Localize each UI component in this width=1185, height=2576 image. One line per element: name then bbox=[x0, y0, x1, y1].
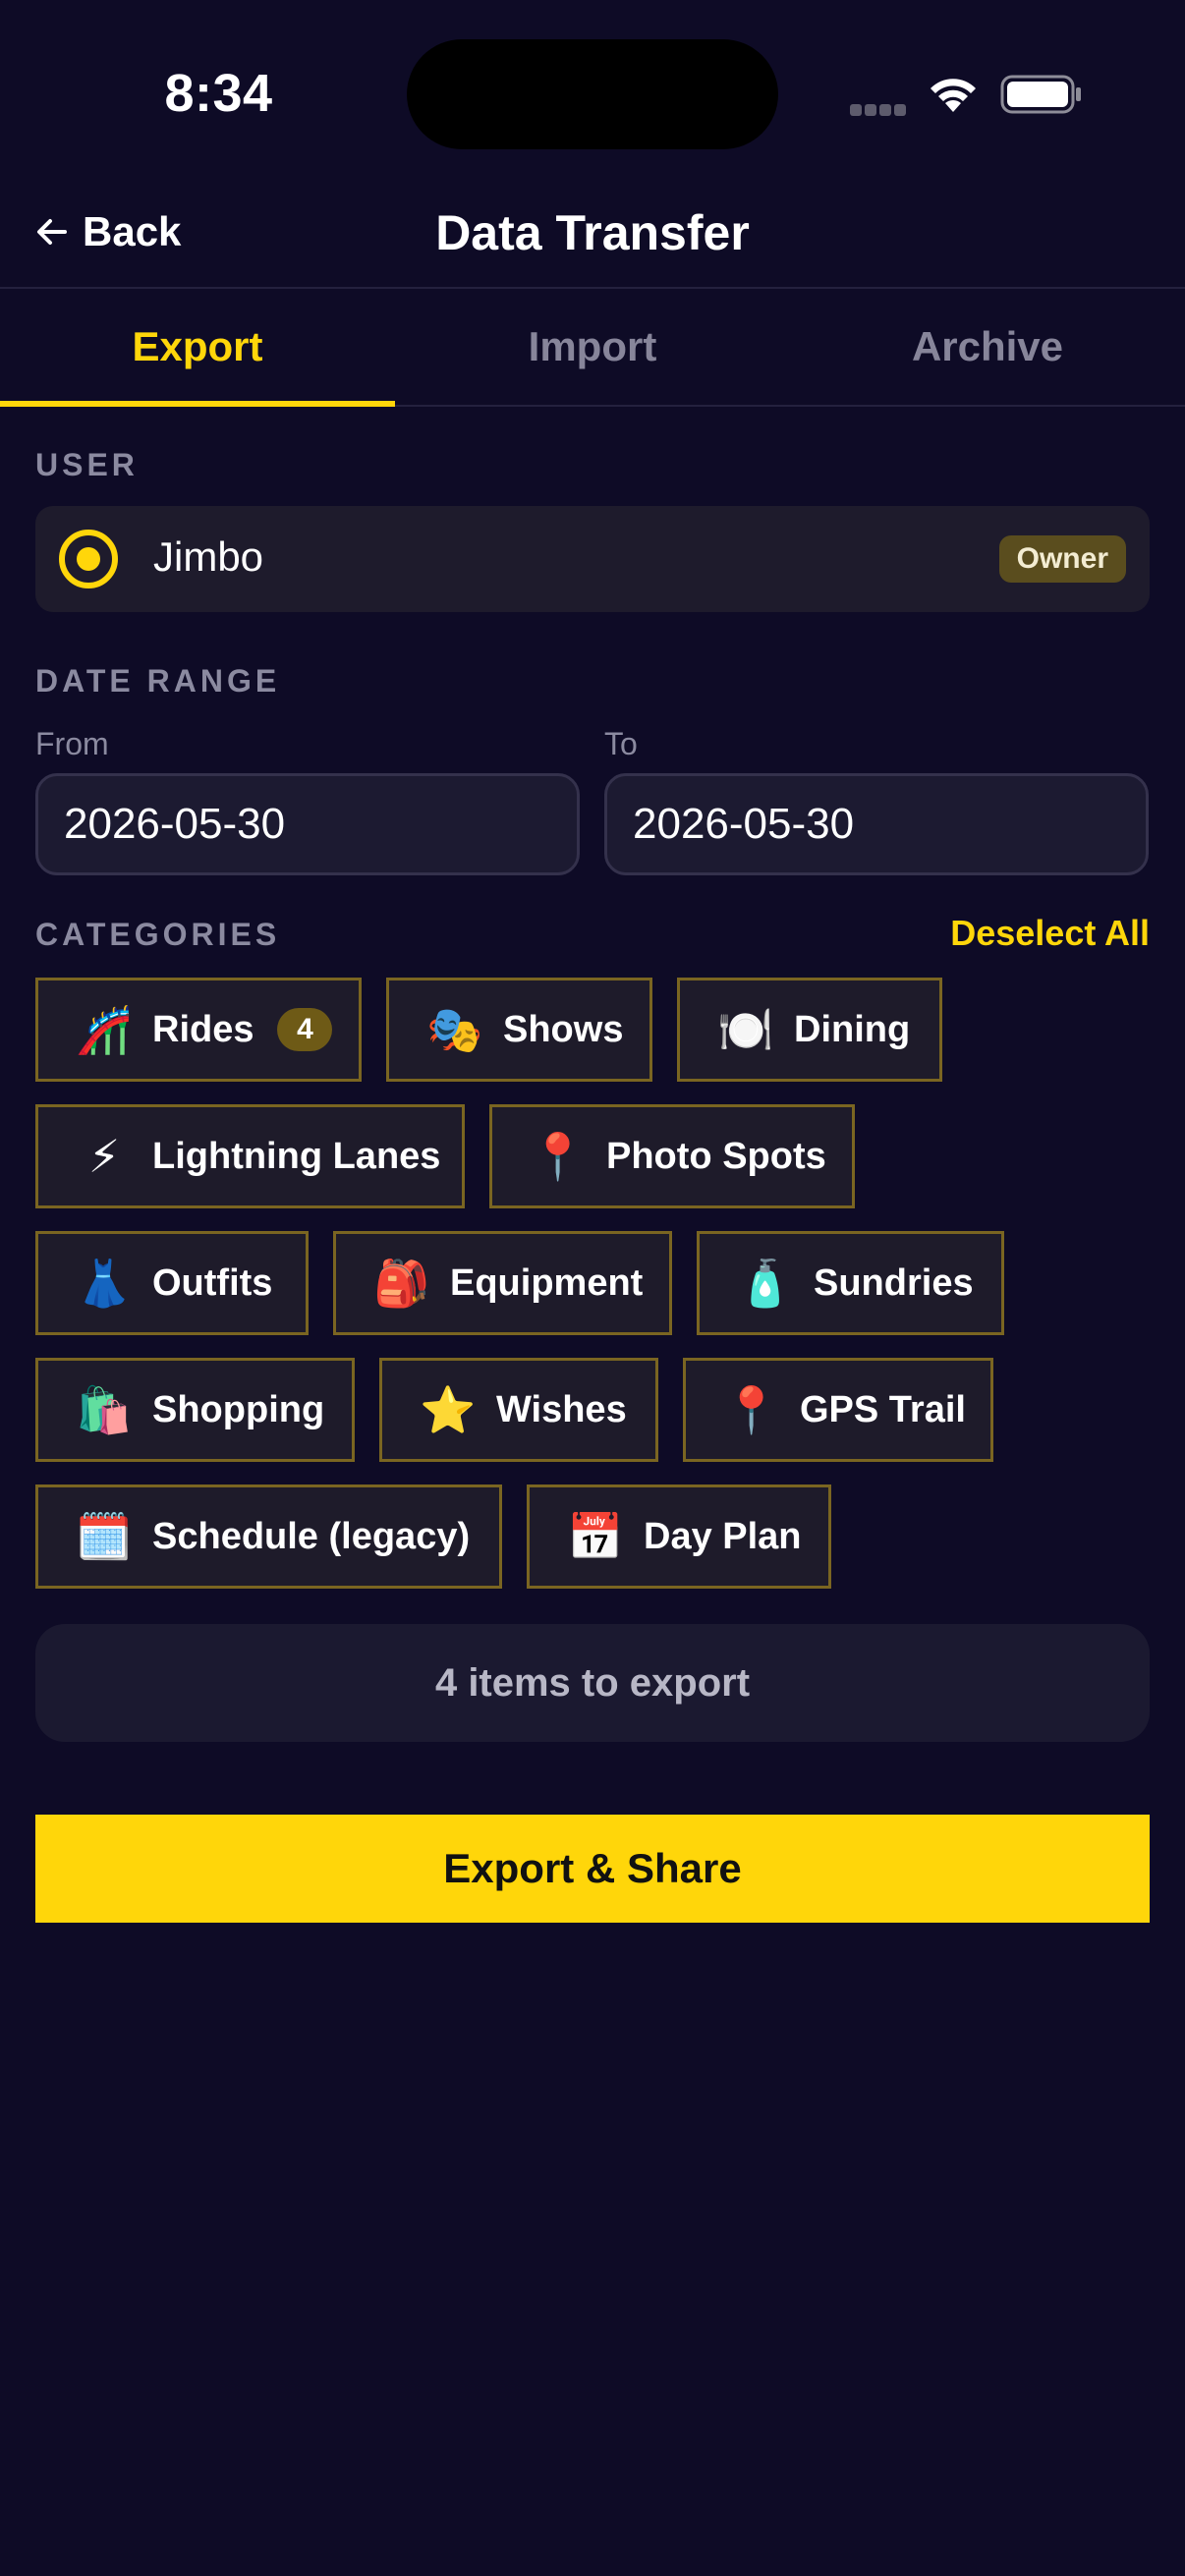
tab-archive[interactable]: Archive bbox=[790, 289, 1185, 405]
category-chip-dining[interactable]: 🍽️ Dining bbox=[677, 978, 942, 1082]
shopping-bags-icon: 🛍️ bbox=[76, 1383, 133, 1436]
roller-coaster-icon: 🎢 bbox=[76, 1003, 133, 1056]
to-label: To bbox=[604, 726, 638, 761]
battery-icon bbox=[1000, 75, 1081, 114]
export-summary: 4 items to export bbox=[35, 1624, 1150, 1742]
date-range-label: DATE RANGE bbox=[35, 663, 281, 699]
category-chip-shopping[interactable]: 🛍️ Shopping bbox=[35, 1358, 355, 1462]
dynamic-island bbox=[407, 39, 778, 149]
tab-export[interactable]: Export bbox=[0, 289, 395, 407]
user-section-label: USER bbox=[35, 447, 139, 482]
category-chip-wishes[interactable]: ⭐ Wishes bbox=[379, 1358, 658, 1462]
radio-selected-icon[interactable] bbox=[59, 530, 118, 588]
nav-header: Back Data Transfer bbox=[0, 177, 1185, 289]
wifi-icon bbox=[931, 79, 976, 112]
chip-label: Outfits bbox=[152, 1261, 273, 1304]
category-chip-shows[interactable]: 🎭 Shows bbox=[386, 978, 652, 1082]
chip-label: Schedule (legacy) bbox=[152, 1515, 471, 1557]
status-bar: 8:34 bbox=[0, 0, 1185, 177]
page-title: Data Transfer bbox=[435, 205, 750, 260]
from-date-field[interactable]: 2026-05-30 bbox=[35, 773, 580, 875]
lightning-icon: ⚡ bbox=[87, 1130, 121, 1183]
cellular-signal-icon bbox=[850, 103, 909, 121]
pin-icon: 📍 bbox=[723, 1383, 780, 1436]
chip-label: Equipment bbox=[450, 1261, 644, 1304]
chip-count-badge: 4 bbox=[277, 1008, 333, 1051]
backpack-icon: 🎒 bbox=[373, 1257, 430, 1310]
categories-label: CATEGORIES bbox=[35, 917, 281, 952]
status-time: 8:34 bbox=[164, 64, 273, 123]
data-transfer-screen: 8:34 Back Data Transfer Export Import Ar… bbox=[0, 0, 1185, 2576]
chip-label: Day Plan bbox=[644, 1515, 802, 1557]
chip-label: Sundries bbox=[814, 1261, 974, 1304]
deselect-all-button[interactable]: Deselect All bbox=[950, 913, 1150, 954]
category-chip-sundries[interactable]: 🧴 Sundries bbox=[697, 1231, 1004, 1335]
pin-icon: 📍 bbox=[530, 1130, 587, 1183]
chip-label: Dining bbox=[794, 1008, 911, 1050]
category-chip-rides[interactable]: 🎢 Rides 4 bbox=[35, 978, 362, 1082]
chip-label: Wishes bbox=[496, 1388, 627, 1430]
chip-label: Photo Spots bbox=[606, 1135, 826, 1177]
lotion-bottle-icon: 🧴 bbox=[737, 1257, 794, 1310]
dress-icon: 👗 bbox=[76, 1257, 133, 1310]
export-share-button[interactable]: Export & Share bbox=[35, 1815, 1150, 1923]
chip-label: Shows bbox=[503, 1008, 624, 1050]
calendar-icon: 📅 bbox=[567, 1510, 624, 1563]
category-chip-schedule-legacy[interactable]: 🗓️ Schedule (legacy) bbox=[35, 1484, 502, 1589]
from-label: From bbox=[35, 726, 109, 761]
category-chip-lightning-lanes[interactable]: ⚡ Lightning Lanes bbox=[35, 1104, 465, 1208]
chip-label: GPS Trail bbox=[800, 1388, 966, 1430]
to-date-field[interactable]: 2026-05-30 bbox=[604, 773, 1149, 875]
tab-bar: Export Import Archive bbox=[0, 289, 1185, 407]
chip-label: Lightning Lanes bbox=[152, 1135, 441, 1177]
chip-label: Rides bbox=[152, 1008, 254, 1050]
category-chip-day-plan[interactable]: 📅 Day Plan bbox=[527, 1484, 831, 1589]
owner-badge: Owner bbox=[998, 535, 1126, 583]
category-chip-outfits[interactable]: 👗 Outfits bbox=[35, 1231, 309, 1335]
user-option-jimbo[interactable]: Jimbo Owner bbox=[35, 506, 1150, 612]
spiral-calendar-icon: 🗓️ bbox=[76, 1510, 133, 1563]
category-chip-photo-spots[interactable]: 📍 Photo Spots bbox=[489, 1104, 855, 1208]
theater-masks-icon: 🎭 bbox=[426, 1003, 483, 1056]
plate-cutlery-icon: 🍽️ bbox=[717, 1003, 774, 1056]
star-icon: ⭐ bbox=[420, 1383, 477, 1436]
category-chip-equipment[interactable]: 🎒 Equipment bbox=[333, 1231, 672, 1335]
chip-label: Shopping bbox=[152, 1388, 325, 1430]
tab-import[interactable]: Import bbox=[395, 289, 790, 405]
user-name: Jimbo bbox=[153, 533, 264, 580]
category-chip-gps-trail[interactable]: 📍 GPS Trail bbox=[683, 1358, 993, 1462]
